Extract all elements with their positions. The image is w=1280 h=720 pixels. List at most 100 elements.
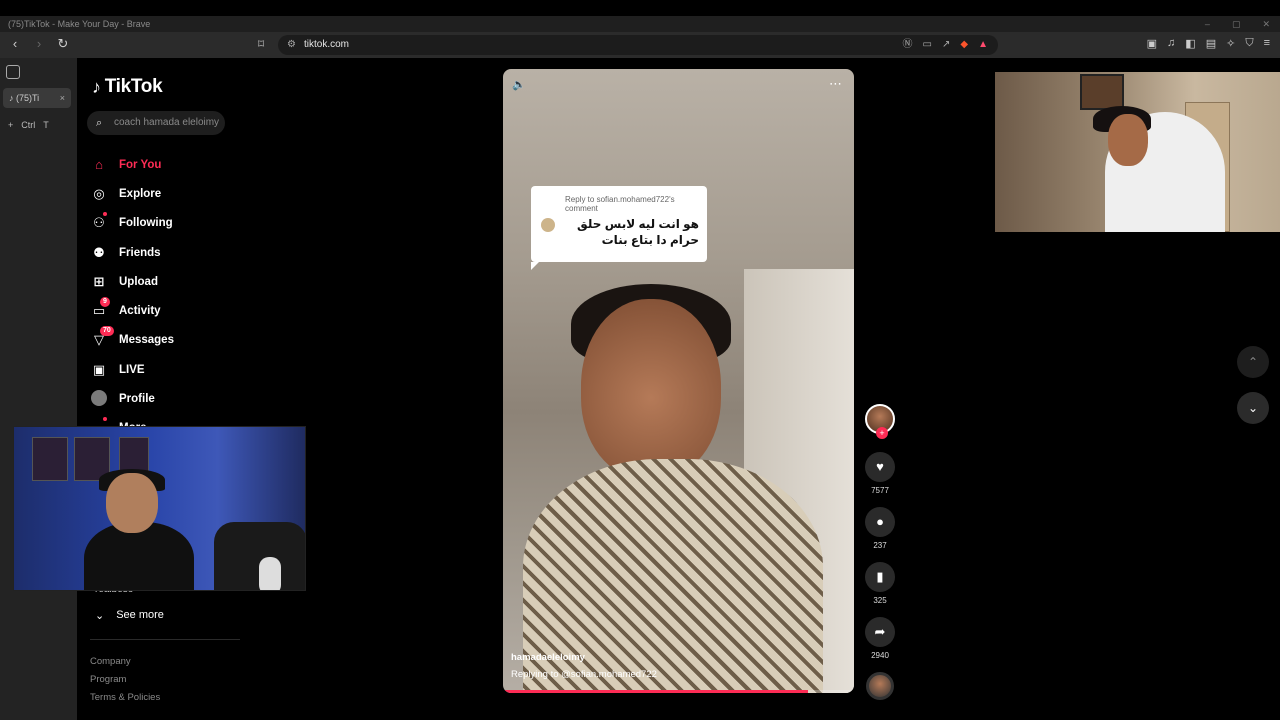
commenter-avatar <box>541 218 555 232</box>
sidebar-item-upload[interactable]: ⊞ Upload <box>91 267 174 296</box>
video-actions: + ♥ 7577 ● 237 ▮ 325 ➦ 2940 <box>864 404 896 700</box>
video-options-icon[interactable]: ⋯ <box>829 76 843 92</box>
wall-poster <box>32 437 68 481</box>
messages-icon: ▽ 70 <box>91 326 114 348</box>
activity-icon: ▭ 9 <box>91 297 110 319</box>
streamer-face <box>1108 114 1148 166</box>
see-more-button[interactable]: ⌄ See more <box>95 609 164 622</box>
wallet-icon[interactable]: ▤ <box>1206 37 1216 50</box>
sidebar-item-for-you[interactable]: ⌂ For You <box>91 150 174 179</box>
video-person-face <box>581 299 721 479</box>
comment-action[interactable]: ● 237 <box>864 507 896 550</box>
minimize-icon[interactable]: – <box>1205 16 1210 32</box>
sidebar-item-profile[interactable]: Profile <box>91 384 174 413</box>
sidebar-item-explore[interactable]: ◎ Explore <box>91 179 174 208</box>
tab-tiktok[interactable]: ♪ (75)Ti × <box>3 88 71 108</box>
sidebar-item-label: Explore <box>119 187 162 200</box>
like-count: 7577 <box>871 486 889 495</box>
sidebar-toggle-icon[interactable]: ◧ <box>1185 37 1195 50</box>
sidebar-item-label: Messages <box>119 334 174 347</box>
new-tab-button[interactable]: + Ctrl T <box>8 120 49 130</box>
microphone <box>259 557 281 590</box>
brave-shields-icon[interactable]: ◆ <box>960 35 968 55</box>
url-text: tiktok.com <box>304 39 350 50</box>
address-bar[interactable]: ⚙ tiktok.com Ⓝ ▭ ↗ ◆ ▲ <box>278 35 998 55</box>
friends-icon: ⚉ <box>93 244 105 260</box>
comment-count: 237 <box>873 541 887 550</box>
sidebar-item-following[interactable]: ⚇ Following <box>91 209 174 238</box>
tiktok-logo-icon: ♪ <box>92 76 101 97</box>
sidebar-item-label: Profile <box>119 393 155 406</box>
sidebar-item-label: Following <box>119 217 173 230</box>
footer-link-terms[interactable]: Terms & Policies <box>90 689 160 707</box>
back-icon[interactable]: ‹ <box>8 36 22 52</box>
home-icon: ⌂ <box>95 157 103 173</box>
tiktok-favicon: ♪ <box>9 93 14 103</box>
video-description[interactable]: Replying to @sofian.mohamed722 <box>511 669 657 680</box>
reload-icon[interactable]: ↻ <box>56 36 70 52</box>
vpn-icon[interactable]: ⛉ <box>1245 37 1253 50</box>
volume-icon[interactable]: 🔈 <box>512 78 526 91</box>
like-action[interactable]: ♥ 7577 <box>864 452 896 495</box>
sidebar-footer: Company Program Terms & Policies <box>90 653 160 707</box>
save-count: 325 <box>873 596 887 605</box>
brave-rewards-icon[interactable]: ▲ <box>978 35 988 55</box>
video-player[interactable]: 🔈 ⋯ Reply to sofian.mohamed722's comment… <box>503 69 854 693</box>
media-icon[interactable]: ♫ <box>1167 37 1175 50</box>
follow-plus-icon[interactable]: + <box>876 427 888 439</box>
heart-icon[interactable]: ♥ <box>865 452 895 482</box>
activity-badge: 9 <box>100 297 110 308</box>
translate-icon[interactable]: Ⓝ <box>903 35 913 55</box>
messages-badge: 70 <box>100 326 114 337</box>
previous-video-button[interactable]: ⌃ <box>1237 346 1269 378</box>
music-disc-icon[interactable] <box>866 672 894 700</box>
ai-assistant-icon[interactable]: ✧ <box>1226 37 1235 50</box>
share-action[interactable]: ➦ 2940 <box>864 617 896 660</box>
maximize-icon[interactable]: ▢ <box>1232 16 1241 32</box>
close-icon[interactable]: ✕ <box>1262 16 1270 32</box>
following-icon: ⚇ <box>91 212 107 231</box>
sidebar-item-label: For You <box>119 158 162 171</box>
creator-avatar[interactable]: + <box>865 404 895 439</box>
tab-panel-icon[interactable] <box>6 65 20 79</box>
browser-toolbar: ‹ › ↻ ⌑ ⚙ tiktok.com Ⓝ ▭ ↗ ◆ ▲ ▣ ♫ ◧ ▤ ✧… <box>0 32 1280 58</box>
footer-link-program[interactable]: Program <box>90 671 160 689</box>
sidebar-item-live[interactable]: ▣ LIVE <box>91 355 174 384</box>
window-controls: – ▢ ✕ <box>1205 16 1270 32</box>
bookmark-icon[interactable]: ⌑ <box>258 37 264 51</box>
video-author-username[interactable]: hamadaeleloimy <box>511 652 585 663</box>
search-input[interactable]: ⌕ coach hamada eleloimy <box>87 111 225 135</box>
window-title-bar: (75)TikTok - Make Your Day - Brave – ▢ ✕ <box>0 16 1280 32</box>
cast-icon[interactable]: ▭ <box>923 35 932 55</box>
sidebar-item-label: Activity <box>119 305 161 318</box>
comment-icon[interactable]: ● <box>865 507 895 537</box>
tab-search-icon[interactable]: ▣ <box>1147 37 1157 50</box>
tiktok-logo[interactable]: ♪ TikTok <box>92 76 163 98</box>
share-arrow-icon[interactable]: ➦ <box>865 617 895 647</box>
site-info-icon[interactable]: ⚙ <box>287 35 296 55</box>
footer-link-company[interactable]: Company <box>90 653 160 671</box>
next-video-button[interactable]: ⌄ <box>1237 392 1269 424</box>
menu-icon[interactable]: ≡ <box>1264 37 1270 50</box>
bookmark-save-icon[interactable]: ▮ <box>865 562 895 592</box>
tab-label: (75)Ti <box>16 93 40 103</box>
save-action[interactable]: ▮ 325 <box>864 562 896 605</box>
sidebar-item-label: LIVE <box>119 363 145 376</box>
forward-icon[interactable]: › <box>32 36 46 52</box>
plus-icon: + <box>8 120 14 130</box>
upload-icon: ⊞ <box>93 273 105 289</box>
share-icon[interactable]: ↗ <box>942 35 950 55</box>
reply-comment-sticker: Reply to sofian.mohamed722's comment هو … <box>531 186 707 270</box>
sidebar-item-messages[interactable]: ▽ 70 Messages <box>91 326 174 355</box>
sidebar-item-activity[interactable]: ▭ 9 Activity <box>91 296 174 325</box>
webcam-overlay-right <box>995 72 1280 232</box>
streamer-face <box>106 473 158 533</box>
reply-text-line: حرام دا بتاع بنات <box>601 233 699 247</box>
shortcut-key: T <box>43 120 49 130</box>
browser-nav-buttons: ‹ › ↻ <box>8 36 70 52</box>
close-tab-icon[interactable]: × <box>60 88 65 108</box>
sidebar-item-friends[interactable]: ⚉ Friends <box>91 238 174 267</box>
webcam-overlay-left <box>13 426 306 591</box>
video-progress-bar[interactable] <box>503 690 854 693</box>
shortcut-ctrl: Ctrl <box>21 120 36 130</box>
